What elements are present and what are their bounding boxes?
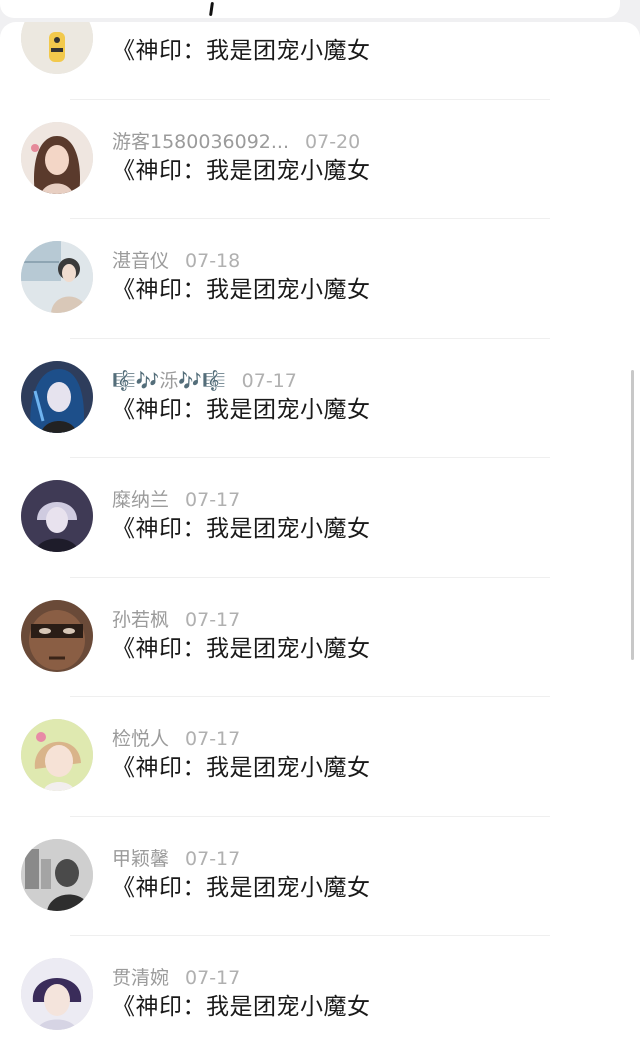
comment-text: 《神印：我是团宠小魔女	[112, 755, 371, 781]
comment-meta: 糜纳兰 07-17	[112, 488, 240, 512]
comment-date: 07-17	[185, 489, 241, 511]
comment-date: 07-17	[185, 967, 241, 989]
comment-item[interactable]: 检悦人 07-17 《神印：我是团宠小魔女	[0, 697, 640, 817]
comment-list-card: 《神印：我是团宠小魔女 游客1580036092... 07-20 《神印：我是团…	[0, 22, 640, 1052]
comment-text: 《神印：我是团宠小魔女	[112, 994, 371, 1020]
anime-girl-window-avatar-icon	[21, 241, 93, 313]
comment-meta: 孙若枫 07-17	[112, 608, 240, 632]
username[interactable]: 检悦人	[112, 728, 169, 750]
avatar[interactable]	[21, 241, 93, 313]
comment-date: 07-17	[185, 608, 241, 631]
username[interactable]: 🎼🎶泺🎶🎼	[112, 370, 226, 392]
username[interactable]: 甲颖馨	[112, 848, 169, 870]
comment-date: 07-20	[305, 130, 361, 153]
scrollbar-thumb[interactable]	[631, 370, 634, 660]
comment-text: 《神印：我是团宠小魔女	[112, 157, 371, 184]
comment-text: 《神印：我是团宠小魔女	[112, 396, 371, 423]
handwritten-stroke	[209, 1, 214, 17]
comment-meta	[112, 22, 128, 34]
comment-item[interactable]: 湛音仪 07-18 《神印：我是团宠小魔女	[0, 219, 640, 339]
comment-text: 《神印：我是团宠小魔女	[112, 635, 371, 662]
username[interactable]: 糜纳兰	[112, 489, 169, 511]
comment-item[interactable]: 糜纳兰 07-17 《神印：我是团宠小魔女	[0, 458, 640, 578]
comment-text: 《神印：我是团宠小魔女	[112, 277, 371, 303]
comment-date: 07-17	[185, 728, 241, 750]
anime-blue-hair-avatar-icon	[21, 360, 93, 433]
comment-meta: 🎼🎶泺🎶🎼 07-17	[112, 369, 297, 393]
comment-date: 07-18	[185, 250, 241, 272]
anime-boy-avatar-icon	[21, 958, 93, 1030]
little-girl-avatar-icon	[21, 719, 93, 791]
avatar[interactable]	[21, 22, 93, 74]
comment-item[interactable]: 孙若枫 07-17 《神印：我是团宠小魔女	[0, 578, 640, 698]
cartoon-yellow-avatar-icon	[21, 22, 93, 74]
username[interactable]: 游客1580036092...	[112, 131, 289, 153]
avatar[interactable]	[21, 599, 93, 672]
comment-date: 07-17	[241, 369, 297, 392]
comment-list: 《神印：我是团宠小魔女 游客1580036092... 07-20 《神印：我是团…	[0, 22, 640, 1052]
comment-meta: 检悦人 07-17	[112, 727, 240, 751]
comment-item[interactable]: 游客1580036092... 07-20 《神印：我是团宠小魔女	[0, 100, 640, 220]
comment-meta: 甲颖馨 07-17	[112, 847, 240, 871]
username[interactable]: 湛音仪	[112, 250, 169, 272]
avatar[interactable]	[21, 480, 93, 552]
avatar[interactable]	[21, 958, 93, 1030]
comment-text: 《神印：我是团宠小魔女	[112, 874, 371, 901]
comment-item[interactable]: 甲颖馨 07-17 《神印：我是团宠小魔女	[0, 817, 640, 937]
anime-dark-boy-avatar-icon	[21, 480, 93, 552]
comment-meta: 游客1580036092... 07-20	[112, 130, 360, 154]
comment-meta: 湛音仪 07-18	[112, 249, 240, 273]
face-close-up-avatar-icon	[21, 599, 93, 672]
username[interactable]: 孙若枫	[112, 609, 169, 631]
avatar[interactable]	[21, 838, 93, 911]
avatar[interactable]	[21, 121, 93, 194]
bw-photo-avatar-icon	[21, 838, 93, 911]
comment-meta: 贯清婉 07-17	[112, 966, 240, 990]
avatar[interactable]	[21, 719, 93, 791]
comment-item[interactable]: 贯清婉 07-17 《神印：我是团宠小魔女	[0, 936, 640, 1052]
comment-text: 《神印：我是团宠小魔女	[112, 516, 371, 542]
comment-item[interactable]: 《神印：我是团宠小魔女	[0, 22, 640, 100]
comment-item[interactable]: 🎼🎶泺🎶🎼 07-17 《神印：我是团宠小魔女	[0, 339, 640, 459]
top-bar	[0, 0, 620, 18]
comment-text: 《神印：我是团宠小魔女	[112, 38, 371, 64]
girl-selfie-avatar-icon	[21, 121, 93, 194]
avatar[interactable]	[21, 360, 93, 433]
comment-date: 07-17	[185, 847, 241, 870]
username[interactable]: 贯清婉	[112, 967, 169, 989]
